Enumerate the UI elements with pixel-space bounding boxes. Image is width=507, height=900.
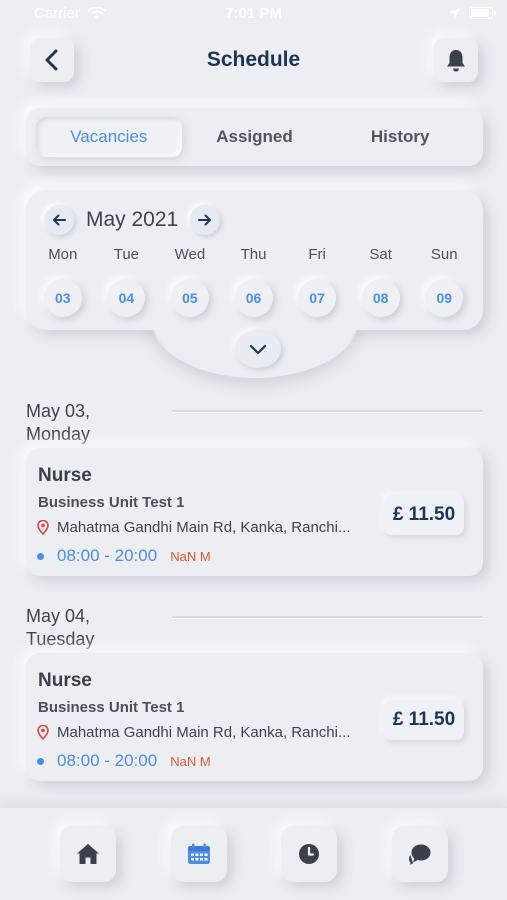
tab-assigned[interactable]: Assigned [182,117,328,157]
shift-price: £ 11.50 [384,700,464,740]
shift-time-row: 08:00 - 20:00 NaN M [37,751,211,771]
nav-schedule-button[interactable] [171,826,227,882]
weekday-label: Mon [48,246,78,263]
location-arrow-icon [450,8,460,18]
weekday-row: Mon Tue Wed Thu Fri Sat Sun [31,246,476,263]
weekday-label: Sat [369,246,392,263]
shift-unit: Business Unit Test 1 [38,699,185,716]
date-button[interactable]: 05 [170,279,209,317]
arrow-left-icon [53,214,66,226]
weekday-label: Thu [240,246,267,263]
home-icon [77,844,99,864]
status-bar: Carrier 7:01 PM [0,0,507,26]
nav-history-button[interactable] [281,826,337,882]
divider [172,616,483,618]
date-button[interactable]: 04 [107,279,146,317]
shift-distance: NaN M [170,548,211,564]
weekday-label: Sun [430,246,458,263]
date-button[interactable]: 07 [298,279,337,317]
day-weekday: Monday [26,424,91,444]
day-weekday: Tuesday [26,629,95,649]
shift-address-row: Mahatma Gandhi Main Rd, Kanka, Ranchi... [37,724,382,741]
shift-card[interactable]: Nurse Business Unit Test 1 Mahatma Gandh… [26,653,483,781]
shift-time-row: 08:00 - 20:00 NaN M [37,546,211,566]
page-title: Schedule [206,48,301,71]
status-left: Carrier [34,5,106,22]
wifi-icon [87,6,106,19]
calendar-icon [188,843,210,864]
shift-time: 08:00 - 20:00 [57,546,158,565]
shift-card[interactable]: Nurse Business Unit Test 1 Mahatma Gandh… [26,448,483,576]
tab-history[interactable]: History [327,117,473,157]
day-header: May 04, Tuesday [26,605,94,651]
shift-role: Nurse [38,465,92,486]
time-dot-icon [37,552,44,560]
date-button[interactable]: 09 [425,279,464,317]
day-date: May 03, [26,401,91,421]
shift-price: £ 11.50 [384,495,464,535]
carrier-label: Carrier [34,4,80,22]
tab-vacancies[interactable]: Vacancies [36,117,182,157]
status-right [449,7,496,19]
time-dot-icon [37,757,44,765]
arrow-right-icon [198,214,212,226]
chat-icon [409,844,431,865]
weekday-label: Tue [113,246,140,263]
divider [172,410,483,412]
map-pin-icon [37,725,49,740]
expand-calendar-button[interactable] [235,330,281,368]
date-button[interactable]: 03 [43,279,82,317]
date-row: 03 04 05 06 07 08 09 [31,279,476,317]
tab-bar: Vacancies Assigned History [26,108,483,166]
shift-time: 08:00 - 20:00 [57,751,158,770]
day-header: May 03, Monday [26,400,90,446]
notifications-button[interactable] [434,38,478,82]
nav-home-button[interactable] [60,826,116,882]
shift-address-row: Mahatma Gandhi Main Rd, Kanka, Ranchi... [37,519,382,536]
shift-distance: NaN M [170,753,211,769]
date-button[interactable]: 08 [361,279,400,317]
bottom-nav [0,807,507,900]
bell-icon [447,50,465,72]
date-button[interactable]: 06 [234,279,273,317]
shift-address: Mahatma Gandhi Main Rd, Kanka, Ranchi... [57,724,351,741]
battery-icon [469,7,496,19]
chevron-down-icon [249,344,267,355]
month-label: May 2021 [86,208,179,231]
weekday-label: Wed [174,246,206,263]
shift-address: Mahatma Gandhi Main Rd, Kanka, Ranchi... [57,519,351,536]
next-month-button[interactable] [190,205,221,235]
shift-role: Nurse [38,670,92,691]
month-navigator: May 2021 [44,204,221,236]
weekday-label: Fri [308,246,326,263]
clock-icon [299,844,319,864]
day-date: May 04, [26,606,91,626]
header: Schedule [0,36,507,86]
shift-unit: Business Unit Test 1 [38,494,185,511]
nav-chat-button[interactable] [392,826,448,882]
map-pin-icon [37,520,49,535]
previous-month-button[interactable] [44,205,74,235]
